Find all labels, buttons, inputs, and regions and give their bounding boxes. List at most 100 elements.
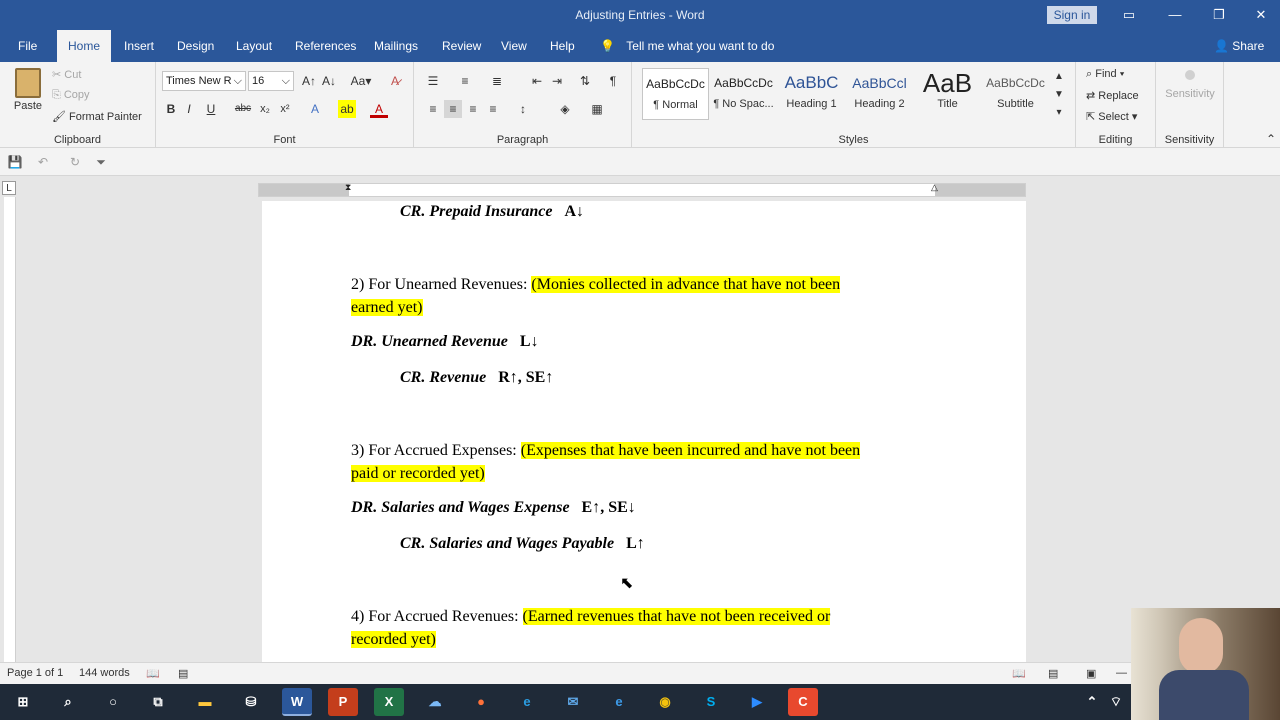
document-page[interactable]: CR. Prepaid Insurance A↓ 2) For Unearned…: [262, 201, 1026, 662]
store-icon[interactable]: ⛁: [236, 688, 266, 716]
outlook-icon[interactable]: ☁: [420, 688, 450, 716]
styles-gallery-scroll-icon[interactable]: ▲ ▼ ▾: [1050, 68, 1068, 124]
tab-file[interactable]: File: [8, 30, 47, 62]
proofing-icon[interactable]: 📖: [146, 667, 160, 680]
powerpoint-icon[interactable]: P: [328, 688, 358, 716]
excel-icon[interactable]: X: [374, 688, 404, 716]
style-normal[interactable]: AaBbCcDc ¶ Normal: [642, 68, 709, 120]
tab-review[interactable]: Review: [432, 30, 491, 62]
subscript-icon[interactable]: x₂: [256, 100, 274, 118]
firefox-icon[interactable]: ●: [466, 688, 496, 716]
numbering-icon[interactable]: ≡: [456, 72, 474, 90]
cut-button[interactable]: ✂ Cut: [52, 68, 81, 81]
tab-home[interactable]: Home: [57, 30, 111, 62]
file-explorer-icon[interactable]: ▬: [190, 688, 220, 716]
style-subtitle[interactable]: AaBbCcDc Subtitle: [982, 68, 1049, 120]
style-heading-1[interactable]: AaBbC Heading 1: [778, 68, 845, 120]
save-icon[interactable]: 💾: [6, 153, 24, 171]
format-painter-button[interactable]: 🖌 Format Painter: [52, 110, 142, 123]
copy-button[interactable]: ⎘ Copy: [52, 89, 90, 102]
strikethrough-icon[interactable]: abc: [234, 100, 252, 118]
shrink-font-icon[interactable]: A↓: [320, 72, 338, 90]
align-center-icon[interactable]: ≡: [444, 100, 462, 118]
multilevel-list-icon[interactable]: ≣: [488, 72, 506, 90]
search-icon[interactable]: ⌕: [53, 688, 83, 716]
document-area[interactable]: L ⧗ △ CR. Prepaid Insurance A↓ 2) For Un…: [0, 177, 1280, 662]
web-layout-icon[interactable]: ▣: [1086, 667, 1096, 680]
mail-icon[interactable]: ✉: [558, 688, 588, 716]
show-paragraph-marks-icon[interactable]: ¶: [604, 72, 622, 90]
customize-qat-icon[interactable]: ⏷: [92, 153, 110, 171]
italic-icon[interactable]: I: [180, 100, 198, 118]
style-heading-2[interactable]: AaBbCcl Heading 2: [846, 68, 913, 120]
word-icon[interactable]: W: [282, 688, 312, 716]
find-button[interactable]: ⌕ Find ▾: [1086, 68, 1124, 81]
line-spacing-icon[interactable]: ↕: [514, 100, 532, 118]
network-icon[interactable]: ⌔: [1104, 688, 1128, 716]
macro-icon[interactable]: ▤: [178, 667, 188, 680]
paste-button[interactable]: Paste: [10, 66, 46, 126]
tell-me-search[interactable]: 💡 Tell me what you want to do: [600, 30, 774, 62]
ribbon-display-icon[interactable]: ▭: [1106, 0, 1152, 30]
tab-mailings[interactable]: Mailings: [364, 30, 428, 62]
minimize-icon[interactable]: —: [1152, 0, 1198, 30]
close-icon[interactable]: ✕: [1238, 0, 1280, 30]
collapse-ribbon-icon[interactable]: ⌃: [1262, 130, 1280, 148]
read-mode-icon[interactable]: 📖: [1012, 667, 1026, 680]
tab-references[interactable]: References: [285, 30, 366, 62]
zoom-icon[interactable]: ▶: [742, 688, 772, 716]
text-effects-icon[interactable]: A: [306, 100, 324, 118]
redo-icon[interactable]: ↻: [66, 153, 84, 171]
horizontal-ruler[interactable]: ⧗ △: [258, 182, 1026, 197]
cortana-icon[interactable]: ○: [98, 688, 128, 716]
share-button[interactable]: 👤 Share: [1214, 30, 1264, 62]
page-count[interactable]: Page 1 of 1: [7, 667, 63, 679]
tab-layout[interactable]: Layout: [226, 30, 282, 62]
bullets-icon[interactable]: ☰: [424, 72, 442, 90]
edge-icon[interactable]: e: [604, 688, 634, 716]
sign-in-button[interactable]: Sign in: [1047, 6, 1097, 24]
undo-icon[interactable]: ↶: [34, 153, 52, 171]
print-layout-icon[interactable]: ▤: [1048, 667, 1058, 680]
restore-icon[interactable]: ❐: [1196, 0, 1242, 30]
justify-icon[interactable]: ≡: [484, 100, 502, 118]
tab-selector-icon[interactable]: L: [2, 181, 16, 195]
highlight-color-icon[interactable]: ab: [338, 100, 356, 118]
indent-marker-icon[interactable]: ⧗: [345, 182, 351, 193]
windows-start-icon[interactable]: ⊞: [8, 688, 38, 716]
tab-insert[interactable]: Insert: [114, 30, 164, 62]
bold-icon[interactable]: B: [162, 100, 180, 118]
align-left-icon[interactable]: ≡: [424, 100, 442, 118]
right-indent-marker-icon[interactable]: △: [931, 182, 938, 193]
select-button[interactable]: ⇱ Select ▾: [1086, 110, 1137, 123]
increase-indent-icon[interactable]: ⇥: [548, 72, 566, 90]
grow-font-icon[interactable]: A↑: [300, 72, 318, 90]
sort-icon[interactable]: ⇅: [576, 72, 594, 90]
style-title[interactable]: AaB Title: [914, 68, 981, 120]
borders-icon[interactable]: ▦: [588, 100, 606, 118]
task-view-icon[interactable]: ⧉: [143, 688, 173, 716]
superscript-icon[interactable]: x²: [276, 100, 294, 118]
zoom-out-icon[interactable]: —: [1116, 667, 1127, 679]
font-color-icon[interactable]: A: [370, 100, 388, 118]
change-case-icon[interactable]: Aa▾: [348, 72, 374, 90]
tab-design[interactable]: Design: [167, 30, 224, 62]
replace-button[interactable]: ⇄ Replace: [1086, 89, 1139, 102]
sensitivity-button[interactable]: Sensitivity: [1164, 70, 1216, 100]
decrease-indent-icon[interactable]: ⇤: [528, 72, 546, 90]
skype-icon[interactable]: S: [696, 688, 726, 716]
shading-icon[interactable]: ◈: [556, 100, 574, 118]
clear-formatting-icon[interactable]: A̷: [386, 72, 404, 90]
align-right-icon[interactable]: ≡: [464, 100, 482, 118]
word-count[interactable]: 144 words: [79, 667, 130, 679]
font-size-combo[interactable]: 16 ⌵: [248, 71, 294, 91]
show-hidden-icons-icon[interactable]: ⌃: [1080, 688, 1104, 716]
chrome-icon[interactable]: ◉: [650, 688, 680, 716]
internet-explorer-icon[interactable]: e: [512, 688, 542, 716]
font-name-combo[interactable]: Times New R ⌵: [162, 71, 246, 91]
screen-recorder-icon[interactable]: C: [788, 688, 818, 716]
style-no-spacing[interactable]: AaBbCcDc ¶ No Spac...: [710, 68, 777, 120]
tab-view[interactable]: View: [491, 30, 537, 62]
tab-help[interactable]: Help: [540, 30, 585, 62]
underline-icon[interactable]: U: [202, 100, 220, 118]
